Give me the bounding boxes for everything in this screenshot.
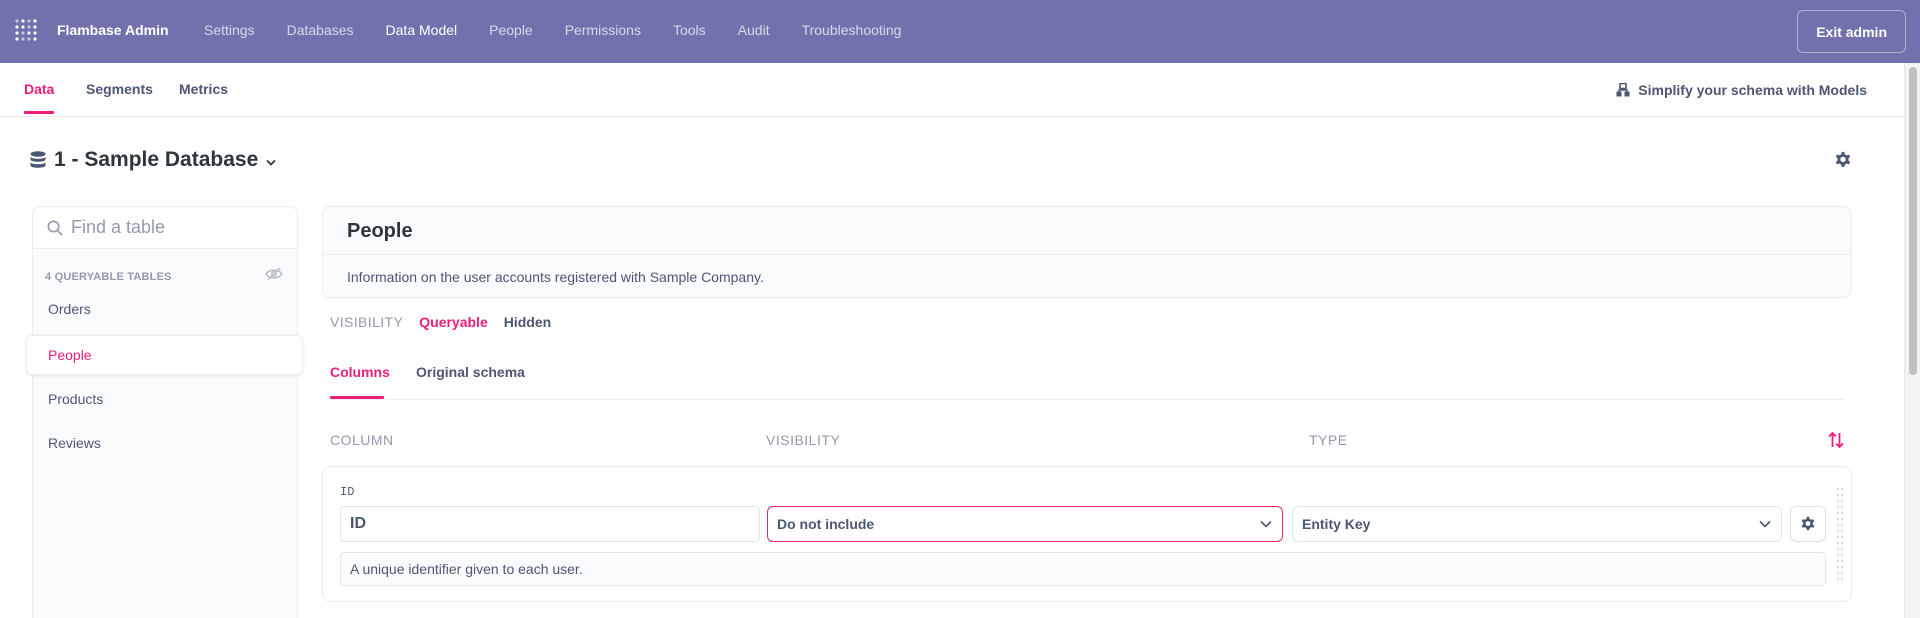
flambase-logo-icon[interactable] xyxy=(15,19,41,45)
field-visibility-select[interactable]: Do not include xyxy=(767,506,1283,542)
nav-people[interactable]: People xyxy=(489,22,533,38)
table-search xyxy=(33,207,297,249)
exit-admin-button[interactable]: Exit admin xyxy=(1797,10,1906,53)
nav-audit[interactable]: Audit xyxy=(738,22,770,38)
tab-data[interactable]: Data xyxy=(24,81,54,97)
field-description-input[interactable] xyxy=(340,552,1826,586)
queryable-tables-header: 4 QUERYABLE TABLES xyxy=(45,271,172,283)
gear-icon[interactable] xyxy=(1834,151,1852,169)
sidebar-table-products[interactable]: Products xyxy=(48,391,103,407)
field-row: ID Do not include Entity Key xyxy=(322,466,1852,602)
field-display-name-input[interactable] xyxy=(340,506,760,542)
visibility-queryable[interactable]: Queryable xyxy=(419,314,487,330)
field-key-name: ID xyxy=(340,485,355,499)
sidebar-table-reviews[interactable]: Reviews xyxy=(48,435,101,451)
nav-settings[interactable]: Settings xyxy=(204,22,255,38)
scrollbar-thumb[interactable] xyxy=(1909,67,1917,375)
tab-original-schema[interactable]: Original schema xyxy=(416,364,525,380)
visibility-hidden[interactable]: Hidden xyxy=(504,314,551,330)
sidebar-table-people[interactable]: People xyxy=(26,335,303,375)
simplify-label: Simplify your schema with Models xyxy=(1638,82,1867,98)
active-tab-underline xyxy=(24,111,54,114)
column-tab-underline xyxy=(330,396,384,399)
chevron-down-icon xyxy=(1260,520,1272,528)
page-scrollbar[interactable] xyxy=(1904,63,1920,618)
field-visibility-value: Do not include xyxy=(777,516,875,532)
field-type-select[interactable]: Entity Key xyxy=(1292,506,1782,542)
visibility-label: VISIBILITY xyxy=(330,314,404,330)
nav-permissions[interactable]: Permissions xyxy=(565,22,641,38)
chevron-down-icon xyxy=(1759,520,1771,528)
tab-columns[interactable]: Columns xyxy=(330,364,390,380)
table-description-field[interactable]: Information on the user accounts registe… xyxy=(347,269,764,285)
database-title: 1 - Sample Database xyxy=(54,148,259,171)
table-visibility: VISIBILITY Queryable Hidden xyxy=(330,314,567,330)
nav-data-model[interactable]: Data Model xyxy=(386,22,458,38)
tables-sidebar: 4 QUERYABLE TABLES Orders Products Revie… xyxy=(32,206,298,618)
drag-handle-icon[interactable] xyxy=(1836,485,1844,585)
brand-name: Flambase Admin xyxy=(57,22,169,38)
model-icon xyxy=(1616,83,1630,97)
search-icon xyxy=(47,220,63,236)
chevron-down-icon xyxy=(266,159,276,166)
nav-troubleshooting[interactable]: Troubleshooting xyxy=(802,22,902,38)
type-header: TYPE xyxy=(1309,432,1348,448)
table-name-field[interactable]: People xyxy=(323,207,1851,255)
nav-databases[interactable]: Databases xyxy=(287,22,354,38)
gear-icon xyxy=(1801,516,1815,531)
database-picker[interactable]: 1 - Sample Database xyxy=(30,148,276,172)
table-search-input[interactable] xyxy=(71,217,271,238)
nav-tools[interactable]: Tools xyxy=(673,22,706,38)
field-settings-button[interactable] xyxy=(1790,506,1826,542)
sort-icon[interactable] xyxy=(1828,431,1844,449)
visibility-header: VISIBILITY xyxy=(766,432,841,448)
eye-crossed-icon[interactable] xyxy=(265,267,283,281)
column-tabs: Columns Original schema xyxy=(330,352,1844,400)
tab-metrics[interactable]: Metrics xyxy=(179,81,228,97)
sidebar-table-orders[interactable]: Orders xyxy=(48,301,91,317)
table-info-card: People Information on the user accounts … xyxy=(322,206,1852,298)
admin-nav-links: Settings Databases Data Model People Per… xyxy=(204,22,933,38)
field-type-value: Entity Key xyxy=(1302,516,1371,532)
column-header: COLUMN xyxy=(330,432,394,448)
database-icon xyxy=(30,151,46,168)
sidebar-table-people-label: People xyxy=(48,347,92,363)
simplify-schema-link[interactable]: Simplify your schema with Models xyxy=(1616,82,1867,98)
admin-top-nav: Flambase Admin Settings Databases Data M… xyxy=(0,0,1920,63)
tab-segments[interactable]: Segments xyxy=(86,81,153,97)
